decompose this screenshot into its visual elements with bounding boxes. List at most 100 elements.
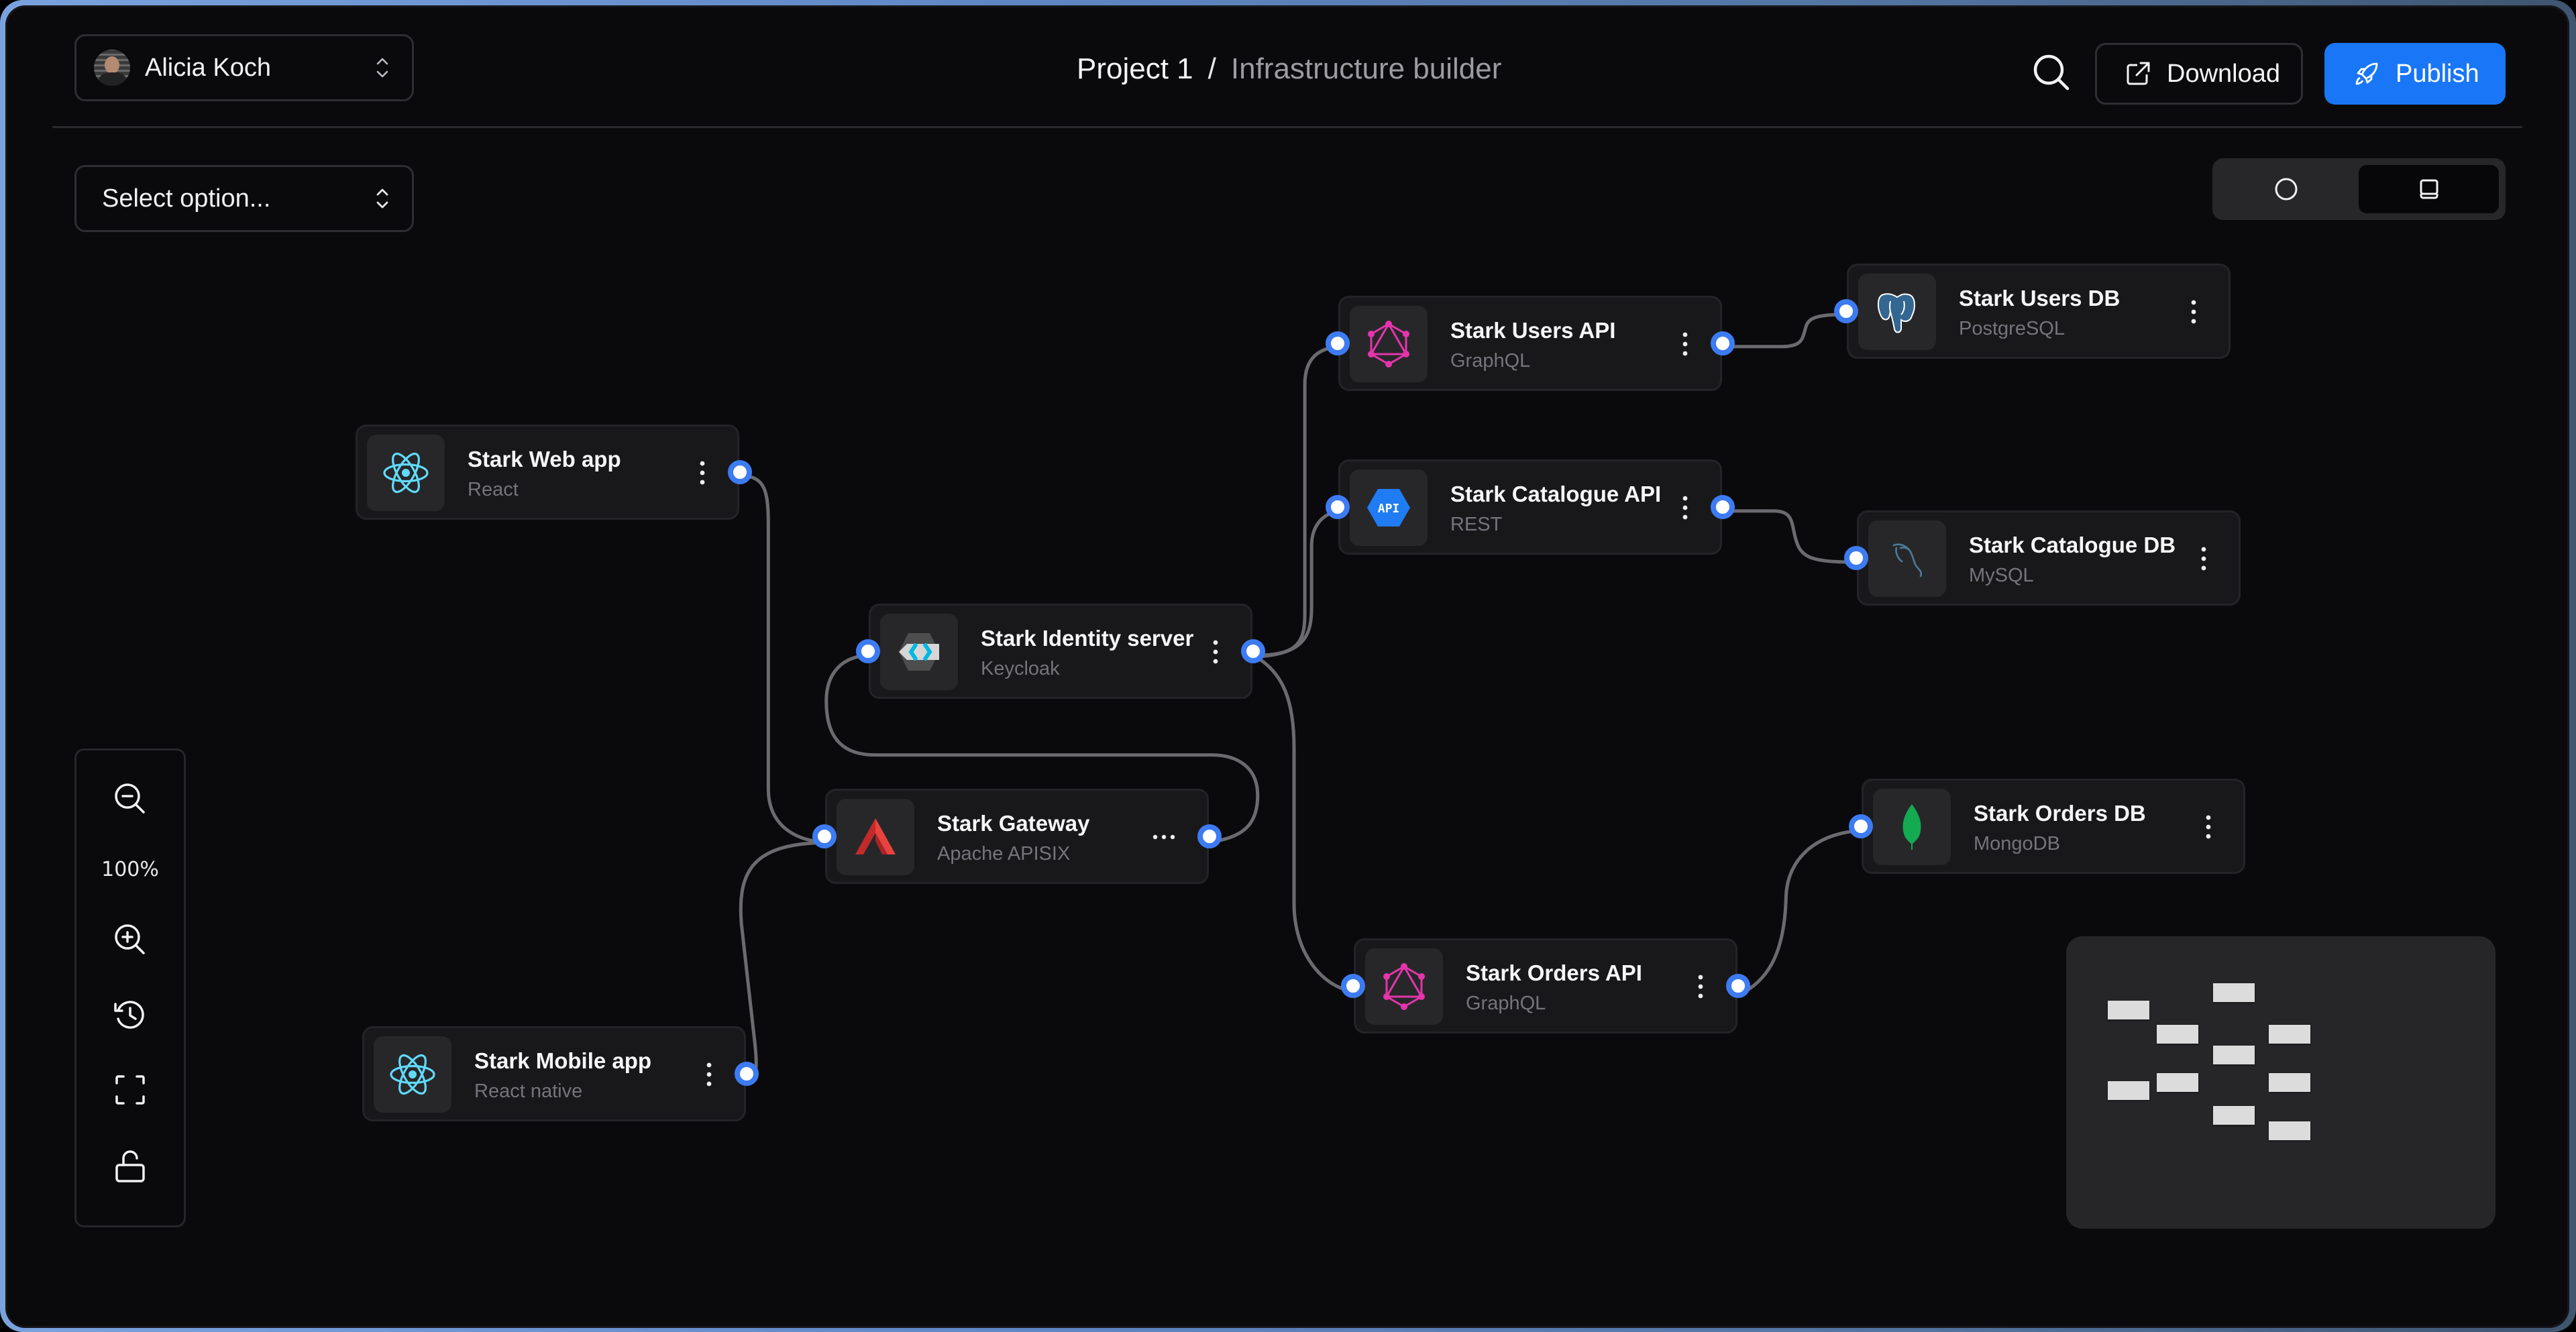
- output-handle[interactable]: [1241, 639, 1265, 663]
- more-vertical-icon: [1682, 332, 1688, 356]
- option-select-label: Select option...: [102, 184, 271, 213]
- postgresql-icon: [1877, 293, 1915, 333]
- input-handle[interactable]: [1834, 299, 1858, 323]
- input-handle[interactable]: [1341, 974, 1365, 998]
- edge-identity-catalogueapi[interactable]: [1256, 509, 1346, 659]
- history-button[interactable]: [76, 995, 184, 1035]
- node-subtitle: MongoDB: [1974, 833, 2060, 854]
- node-mobileapp[interactable]: Stark Mobile app React native: [362, 1026, 759, 1121]
- node-catalogueapi[interactable]: API Stark Catalogue API REST: [1326, 459, 1735, 555]
- input-handle[interactable]: [812, 824, 837, 848]
- node-subtitle: GraphQL: [1466, 993, 1546, 1014]
- edge-identity-ordersapi[interactable]: [1256, 656, 1360, 994]
- node-subtitle: Apache APISIX: [937, 843, 1071, 865]
- rocket-icon: [2355, 62, 2378, 85]
- node-identity[interactable]: Stark Identity server Keycloak: [856, 604, 1265, 699]
- zoom-level: 100%: [101, 858, 159, 881]
- node-ordersapi[interactable]: Stark Orders API GraphQL: [1341, 938, 1750, 1034]
- user-name: Alicia Koch: [145, 53, 271, 82]
- zoom-in-button[interactable]: [76, 920, 184, 960]
- node-icon-box: [880, 614, 958, 690]
- input-handle[interactable]: [856, 639, 880, 663]
- output-handle[interactable]: [1711, 331, 1735, 355]
- node-icon-box: [1873, 789, 1951, 865]
- minimap[interactable]: [2066, 936, 2496, 1229]
- node-icon-box: [1365, 948, 1443, 1025]
- input-handle[interactable]: [1326, 495, 1350, 519]
- node-gateway[interactable]: Stark Gateway Apache APISIX: [812, 789, 1222, 884]
- node-menu-button[interactable]: [694, 457, 710, 488]
- user-select[interactable]: Alicia Koch: [74, 34, 414, 101]
- node-menu-button[interactable]: [2200, 812, 2216, 842]
- node-icon-box: [374, 1036, 451, 1113]
- node-menu-button[interactable]: [1150, 822, 1177, 852]
- output-handle[interactable]: [735, 1062, 759, 1086]
- history-icon: [114, 1001, 144, 1029]
- zoom-out-button[interactable]: [76, 779, 184, 819]
- node-usersdb[interactable]: Stark Users DB PostgreSQL: [1834, 264, 2231, 359]
- header-divider: [52, 126, 2522, 128]
- node-title: Stark Orders DB: [1974, 801, 2146, 826]
- output-handle[interactable]: [1726, 974, 1750, 998]
- edge-usersapi-usersdb[interactable]: [1727, 312, 1856, 349]
- minimap-node-mobileapp: [2108, 1081, 2149, 1100]
- input-handle[interactable]: [1849, 814, 1873, 838]
- mysql-icon: [1892, 543, 1923, 577]
- fit-view-button[interactable]: [76, 1070, 184, 1110]
- publish-button[interactable]: Publish: [2324, 43, 2506, 105]
- more-vertical-icon: [706, 1062, 712, 1087]
- circle-icon: [2275, 178, 2298, 201]
- output-handle[interactable]: [1197, 824, 1222, 848]
- more-horizontal-icon: [1152, 834, 1175, 840]
- node-menu-button[interactable]: [1208, 636, 1224, 667]
- search-button[interactable]: [2030, 51, 2073, 94]
- node-icon-box: [1858, 274, 1936, 350]
- edge-webapp-gateway[interactable]: [739, 474, 833, 844]
- minimap-node-ordersapi: [2213, 1106, 2255, 1125]
- node-subtitle: GraphQL: [1450, 350, 1531, 372]
- chevron-up-down-icon: [376, 58, 388, 78]
- chevron-up-down-icon: [376, 188, 388, 209]
- output-handle[interactable]: [728, 460, 752, 484]
- node-menu-button[interactable]: [1677, 492, 1693, 523]
- node-usersapi[interactable]: Stark Users API GraphQL: [1326, 296, 1735, 391]
- option-select[interactable]: Select option...: [74, 165, 414, 232]
- apisix-icon: [855, 818, 896, 854]
- node-icon-box: [837, 799, 914, 875]
- lock-button[interactable]: [76, 1146, 184, 1186]
- app-window: Alicia Koch Project 1 / Infrastructure b…: [5, 5, 2569, 1328]
- view-option-circle[interactable]: [2219, 165, 2353, 213]
- breadcrumb: Project 1 / Infrastructure builder: [1077, 52, 1501, 86]
- node-subtitle: PostgreSQL: [1959, 318, 2065, 339]
- edge-mobileapp-gateway[interactable]: [739, 840, 833, 1082]
- node-icon-box: API: [1350, 469, 1428, 546]
- node-menu-button[interactable]: [2186, 296, 2202, 327]
- node-menu-button[interactable]: [1693, 971, 1709, 1002]
- node-icon-box: [1868, 520, 1946, 597]
- view-option-laptop[interactable]: [2359, 165, 2499, 213]
- node-webapp[interactable]: Stark Web app React: [356, 425, 752, 520]
- keycloak-icon: [899, 633, 939, 671]
- view-toggle: [2212, 158, 2506, 220]
- node-menu-button[interactable]: [1677, 329, 1693, 359]
- svg-text:API: API: [1378, 502, 1400, 516]
- breadcrumb-separator: /: [1208, 52, 1216, 85]
- graphql-icon: [1368, 321, 1409, 368]
- edge-catalogueapi-cataloguedb[interactable]: [1727, 509, 1865, 564]
- input-handle[interactable]: [1844, 546, 1868, 570]
- rest-api-icon: API: [1367, 489, 1410, 526]
- breadcrumb-project[interactable]: Project 1: [1077, 52, 1193, 86]
- minimap-node-webapp: [2108, 1001, 2149, 1019]
- node-menu-button[interactable]: [701, 1059, 717, 1090]
- node-title: Stark Users API: [1450, 318, 1616, 343]
- output-handle[interactable]: [1711, 495, 1735, 519]
- node-title: Stark Users DB: [1959, 286, 2121, 311]
- more-vertical-icon: [2206, 815, 2211, 839]
- node-menu-button[interactable]: [2196, 543, 2212, 574]
- input-handle[interactable]: [1326, 331, 1350, 355]
- node-title: Stark Identity server: [981, 626, 1194, 651]
- edge-ordersapi-ordersdb[interactable]: [1742, 828, 1870, 994]
- node-ordersdb[interactable]: Stark Orders DB MongoDB: [1849, 779, 2245, 874]
- download-button[interactable]: Download: [2095, 43, 2303, 105]
- node-cataloguedb[interactable]: Stark Catalogue DB MySQL: [1844, 510, 2241, 606]
